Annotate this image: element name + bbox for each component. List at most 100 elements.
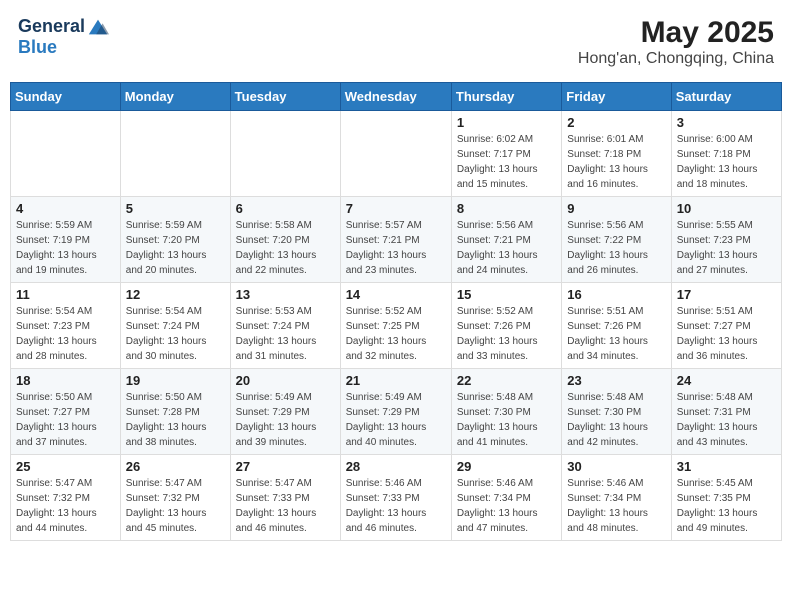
day-number: 30	[567, 459, 665, 474]
header-saturday: Saturday	[671, 83, 781, 111]
day-detail: Sunrise: 5:51 AM Sunset: 7:27 PM Dayligh…	[677, 304, 776, 364]
day-cell-empty	[11, 111, 121, 197]
day-number: 13	[236, 287, 335, 302]
day-detail: Sunrise: 5:58 AM Sunset: 7:20 PM Dayligh…	[236, 218, 335, 278]
header-monday: Monday	[120, 83, 230, 111]
day-cell-2: 2 Sunrise: 6:01 AM Sunset: 7:18 PM Daylig…	[562, 111, 671, 197]
day-cell-3: 3 Sunrise: 6:00 AM Sunset: 7:18 PM Daylig…	[671, 111, 781, 197]
day-detail: Sunrise: 6:02 AM Sunset: 7:17 PM Dayligh…	[457, 132, 556, 192]
day-number: 25	[16, 459, 115, 474]
day-number: 7	[346, 201, 446, 216]
day-detail: Sunrise: 5:59 AM Sunset: 7:20 PM Dayligh…	[126, 218, 225, 278]
day-detail: Sunrise: 6:00 AM Sunset: 7:18 PM Dayligh…	[677, 132, 776, 192]
week-row-3: 11 Sunrise: 5:54 AM Sunset: 7:23 PM Dayli…	[11, 283, 782, 369]
day-detail: Sunrise: 5:54 AM Sunset: 7:23 PM Dayligh…	[16, 304, 115, 364]
day-cell-20: 20 Sunrise: 5:49 AM Sunset: 7:29 PM Dayli…	[230, 369, 340, 455]
day-cell-1: 1 Sunrise: 6:02 AM Sunset: 7:17 PM Daylig…	[451, 111, 561, 197]
day-cell-17: 17 Sunrise: 5:51 AM Sunset: 7:27 PM Dayli…	[671, 283, 781, 369]
day-number: 10	[677, 201, 776, 216]
day-number: 31	[677, 459, 776, 474]
day-detail: Sunrise: 5:48 AM Sunset: 7:30 PM Dayligh…	[457, 390, 556, 450]
day-detail: Sunrise: 5:50 AM Sunset: 7:27 PM Dayligh…	[16, 390, 115, 450]
day-number: 12	[126, 287, 225, 302]
day-detail: Sunrise: 5:55 AM Sunset: 7:23 PM Dayligh…	[677, 218, 776, 278]
day-number: 23	[567, 373, 665, 388]
logo-icon	[87, 16, 109, 38]
day-cell-26: 26Sunrise: 5:47 AM Sunset: 7:32 PM Dayli…	[120, 455, 230, 541]
day-cell-18: 18 Sunrise: 5:50 AM Sunset: 7:27 PM Dayli…	[11, 369, 121, 455]
day-detail: Sunrise: 5:49 AM Sunset: 7:29 PM Dayligh…	[236, 390, 335, 450]
week-row-2: 4 Sunrise: 5:59 AM Sunset: 7:19 PM Daylig…	[11, 197, 782, 283]
day-detail: Sunrise: 5:56 AM Sunset: 7:22 PM Dayligh…	[567, 218, 665, 278]
day-number: 24	[677, 373, 776, 388]
page-header: General Blue May 2025 Hong'an, Chongqing…	[10, 10, 782, 74]
day-detail: Sunrise: 5:46 AM Sunset: 7:34 PM Dayligh…	[567, 476, 665, 536]
month-year-title: May 2025	[578, 16, 774, 50]
header-sunday: Sunday	[11, 83, 121, 111]
logo: General Blue	[18, 16, 109, 58]
day-detail: Sunrise: 5:56 AM Sunset: 7:21 PM Dayligh…	[457, 218, 556, 278]
day-detail: Sunrise: 5:48 AM Sunset: 7:30 PM Dayligh…	[567, 390, 665, 450]
header-friday: Friday	[562, 83, 671, 111]
day-cell-15: 15 Sunrise: 5:52 AM Sunset: 7:26 PM Dayli…	[451, 283, 561, 369]
day-cell-empty	[230, 111, 340, 197]
day-number: 1	[457, 115, 556, 130]
day-detail: Sunrise: 5:47 AM Sunset: 7:32 PM Dayligh…	[126, 476, 225, 536]
day-number: 2	[567, 115, 665, 130]
day-cell-14: 14 Sunrise: 5:52 AM Sunset: 7:25 PM Dayli…	[340, 283, 451, 369]
day-cell-21: 21 Sunrise: 5:49 AM Sunset: 7:29 PM Dayli…	[340, 369, 451, 455]
day-detail: Sunrise: 5:51 AM Sunset: 7:26 PM Dayligh…	[567, 304, 665, 364]
logo-text-general: General	[18, 17, 85, 37]
day-cell-22: 22 Sunrise: 5:48 AM Sunset: 7:30 PM Dayli…	[451, 369, 561, 455]
logo-text-blue: Blue	[18, 38, 109, 58]
day-cell-29: 29Sunrise: 5:46 AM Sunset: 7:34 PM Dayli…	[451, 455, 561, 541]
day-cell-24: 24Sunrise: 5:48 AM Sunset: 7:31 PM Dayli…	[671, 369, 781, 455]
day-cell-13: 13Sunrise: 5:53 AM Sunset: 7:24 PM Dayli…	[230, 283, 340, 369]
header-thursday: Thursday	[451, 83, 561, 111]
day-number: 15	[457, 287, 556, 302]
day-number: 20	[236, 373, 335, 388]
day-cell-31: 31 Sunrise: 5:45 AM Sunset: 7:35 PM Dayli…	[671, 455, 781, 541]
day-number: 28	[346, 459, 446, 474]
day-detail: Sunrise: 5:50 AM Sunset: 7:28 PM Dayligh…	[126, 390, 225, 450]
calendar-table: SundayMondayTuesdayWednesdayThursdayFrid…	[10, 82, 782, 541]
day-number: 18	[16, 373, 115, 388]
day-number: 17	[677, 287, 776, 302]
day-cell-28: 28 Sunrise: 5:46 AM Sunset: 7:33 PM Dayli…	[340, 455, 451, 541]
day-detail: Sunrise: 5:52 AM Sunset: 7:25 PM Dayligh…	[346, 304, 446, 364]
day-detail: Sunrise: 5:47 AM Sunset: 7:32 PM Dayligh…	[16, 476, 115, 536]
day-number: 11	[16, 287, 115, 302]
day-number: 9	[567, 201, 665, 216]
day-number: 4	[16, 201, 115, 216]
day-detail: Sunrise: 6:01 AM Sunset: 7:18 PM Dayligh…	[567, 132, 665, 192]
day-number: 21	[346, 373, 446, 388]
day-detail: Sunrise: 5:54 AM Sunset: 7:24 PM Dayligh…	[126, 304, 225, 364]
day-cell-7: 7Sunrise: 5:57 AM Sunset: 7:21 PM Daylig…	[340, 197, 451, 283]
header-tuesday: Tuesday	[230, 83, 340, 111]
title-block: May 2025 Hong'an, Chongqing, China	[578, 16, 774, 68]
day-cell-16: 16 Sunrise: 5:51 AM Sunset: 7:26 PM Dayli…	[562, 283, 671, 369]
day-cell-8: 8Sunrise: 5:56 AM Sunset: 7:21 PM Daylig…	[451, 197, 561, 283]
day-detail: Sunrise: 5:45 AM Sunset: 7:35 PM Dayligh…	[677, 476, 776, 536]
day-detail: Sunrise: 5:46 AM Sunset: 7:33 PM Dayligh…	[346, 476, 446, 536]
day-detail: Sunrise: 5:49 AM Sunset: 7:29 PM Dayligh…	[346, 390, 446, 450]
day-detail: Sunrise: 5:52 AM Sunset: 7:26 PM Dayligh…	[457, 304, 556, 364]
day-cell-6: 6Sunrise: 5:58 AM Sunset: 7:20 PM Daylig…	[230, 197, 340, 283]
day-cell-10: 10 Sunrise: 5:55 AM Sunset: 7:23 PM Dayli…	[671, 197, 781, 283]
day-cell-empty	[120, 111, 230, 197]
week-row-1: 1 Sunrise: 6:02 AM Sunset: 7:17 PM Daylig…	[11, 111, 782, 197]
day-number: 14	[346, 287, 446, 302]
day-cell-27: 27Sunrise: 5:47 AM Sunset: 7:33 PM Dayli…	[230, 455, 340, 541]
day-number: 3	[677, 115, 776, 130]
day-cell-11: 11 Sunrise: 5:54 AM Sunset: 7:23 PM Dayli…	[11, 283, 121, 369]
day-number: 16	[567, 287, 665, 302]
day-detail: Sunrise: 5:59 AM Sunset: 7:19 PM Dayligh…	[16, 218, 115, 278]
day-cell-empty	[340, 111, 451, 197]
day-number: 22	[457, 373, 556, 388]
day-number: 19	[126, 373, 225, 388]
day-cell-5: 5Sunrise: 5:59 AM Sunset: 7:20 PM Daylig…	[120, 197, 230, 283]
day-cell-4: 4 Sunrise: 5:59 AM Sunset: 7:19 PM Daylig…	[11, 197, 121, 283]
day-cell-19: 19 Sunrise: 5:50 AM Sunset: 7:28 PM Dayli…	[120, 369, 230, 455]
day-detail: Sunrise: 5:47 AM Sunset: 7:33 PM Dayligh…	[236, 476, 335, 536]
location-subtitle: Hong'an, Chongqing, China	[578, 50, 774, 68]
